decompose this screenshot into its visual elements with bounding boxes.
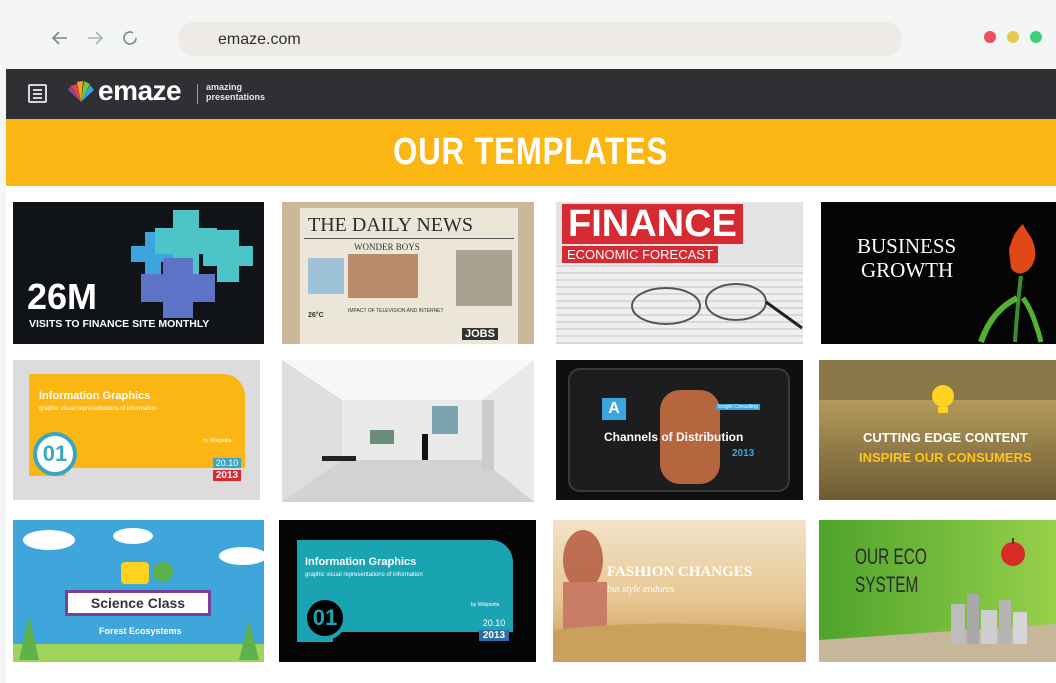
template-card-gallery-room[interactable] — [282, 360, 534, 502]
reload-button[interactable] — [120, 28, 140, 53]
url-text: emaze.com — [218, 31, 301, 48]
stat-number: 26M — [27, 276, 98, 317]
news-temperature: 26°C — [308, 312, 324, 319]
template-card-finance-stats[interactable]: 26M VISITS TO FINANCE SITE MONTHLY — [13, 202, 264, 344]
channels-title: Channels of Distribution — [604, 430, 744, 444]
info-graphics-teal-title: Information Graphics — [305, 556, 417, 568]
fashion-title: FASHION CHANGES — [607, 564, 753, 580]
business-title-line2: GROWTH — [861, 258, 954, 282]
forward-button[interactable] — [85, 28, 105, 53]
window-dot-yellow[interactable] — [1007, 31, 1019, 43]
science-subtitle: Forest Ecosystems — [99, 626, 182, 636]
logo-divider — [197, 84, 198, 104]
channels-year: 2013 — [732, 448, 755, 459]
info-graphics-subtitle: graphic visual representations of inform… — [39, 406, 157, 412]
window-dot-green[interactable] — [1030, 31, 1042, 43]
date-badge-top: 20.10 — [213, 458, 241, 468]
finance-title: FINANCE — [562, 204, 743, 244]
template-card-info-graphics-yellow[interactable]: Information Graphics graphic visual repr… — [13, 360, 260, 500]
template-card-business-growth[interactable]: BUSINESS GROWTH — [821, 202, 1056, 344]
template-card-info-graphics-teal[interactable]: Information Graphics graphic visual repr… — [279, 520, 536, 662]
templates-banner: OUR TEMPLATES — [6, 119, 1056, 186]
arrow-right-icon — [88, 31, 104, 45]
channel-letter-badge: A — [602, 398, 626, 420]
emaze-logo-icon — [68, 81, 94, 102]
eco-title-line2: SYSTEM — [855, 572, 919, 597]
template-card-finance[interactable]: FINANCE ECONOMIC FORECAST — [556, 202, 803, 344]
newspaper-title: THE DAILY NEWS — [308, 214, 473, 236]
news-caption: IMPACT OF TELEVISION AND INTERNET — [348, 308, 444, 314]
browser-window: emaze.com emaze amazing presentations OU… — [0, 0, 1056, 683]
slide-number-badge-teal: 01 — [303, 596, 347, 640]
page-title: OUR TEMPLATES — [393, 131, 669, 173]
slide-number-badge: 01 — [33, 432, 77, 476]
site-header: emaze amazing presentations — [6, 69, 1056, 119]
reload-icon — [123, 31, 137, 45]
stat-caption: VISITS TO FINANCE SITE MONTHLY — [29, 318, 210, 330]
news-jobs: JOBS — [462, 328, 498, 340]
business-title-line1: BUSINESS — [857, 234, 957, 258]
fashion-subtitle: but style endures — [607, 584, 675, 595]
window-dot-red[interactable] — [984, 31, 996, 43]
eco-title-line1: OUR ECO — [855, 544, 927, 569]
date-badge-bottom-teal: 2013 — [479, 630, 509, 641]
date-badge-bottom: 2013 — [213, 470, 241, 481]
logo-tagline: amazing presentations — [206, 82, 266, 102]
info-graphics-author: by Wikipedia — [203, 438, 232, 444]
date-badge-top-teal: 20.10 — [479, 618, 509, 628]
news-headline: WONDER BOYS — [354, 242, 420, 252]
news-photo — [348, 254, 418, 298]
info-graphics-teal-author: by Wikipedia — [471, 602, 500, 608]
templates-grid: 26M VISITS TO FINANCE SITE MONTHLY THE D… — [6, 186, 1056, 683]
info-graphics-title: Information Graphics — [39, 390, 151, 402]
menu-icon[interactable] — [28, 84, 47, 103]
address-bar[interactable]: emaze.com — [178, 22, 902, 56]
arrow-left-icon — [51, 31, 67, 45]
template-card-eco-system[interactable]: OUR ECO SYSTEM — [819, 520, 1056, 662]
template-card-fashion[interactable]: FASHION CHANGES but style endures — [553, 520, 806, 662]
science-title: Science Class — [65, 590, 211, 616]
cutting-edge-line2: INSPIRE OUR CONSUMERS — [859, 450, 1032, 465]
fashion-photo-graphic — [553, 530, 806, 662]
template-card-science-class[interactable]: Science Class Forest Ecosystems — [13, 520, 264, 662]
news-side-image — [308, 258, 344, 294]
back-button[interactable] — [50, 28, 70, 53]
template-card-daily-news[interactable]: THE DAILY NEWS WONDER BOYS IMPACT OF TEL… — [282, 202, 534, 344]
gallery-graphic — [282, 360, 534, 502]
finance-subtitle: ECONOMIC FORECAST — [562, 246, 718, 263]
template-card-channels[interactable]: A Insight Consulting Channels of Distrib… — [556, 360, 803, 500]
consulting-tag: Insight Consulting — [716, 404, 760, 410]
news-ads — [456, 250, 512, 306]
cutting-edge-line1: CUTTING EDGE CONTENT — [863, 430, 1028, 445]
template-card-cutting-edge[interactable]: CUTTING EDGE CONTENT INSPIRE OUR CONSUME… — [819, 360, 1056, 500]
logo-text[interactable]: emaze — [98, 75, 182, 107]
info-graphics-teal-subtitle: graphic visual representations of inform… — [305, 572, 423, 578]
